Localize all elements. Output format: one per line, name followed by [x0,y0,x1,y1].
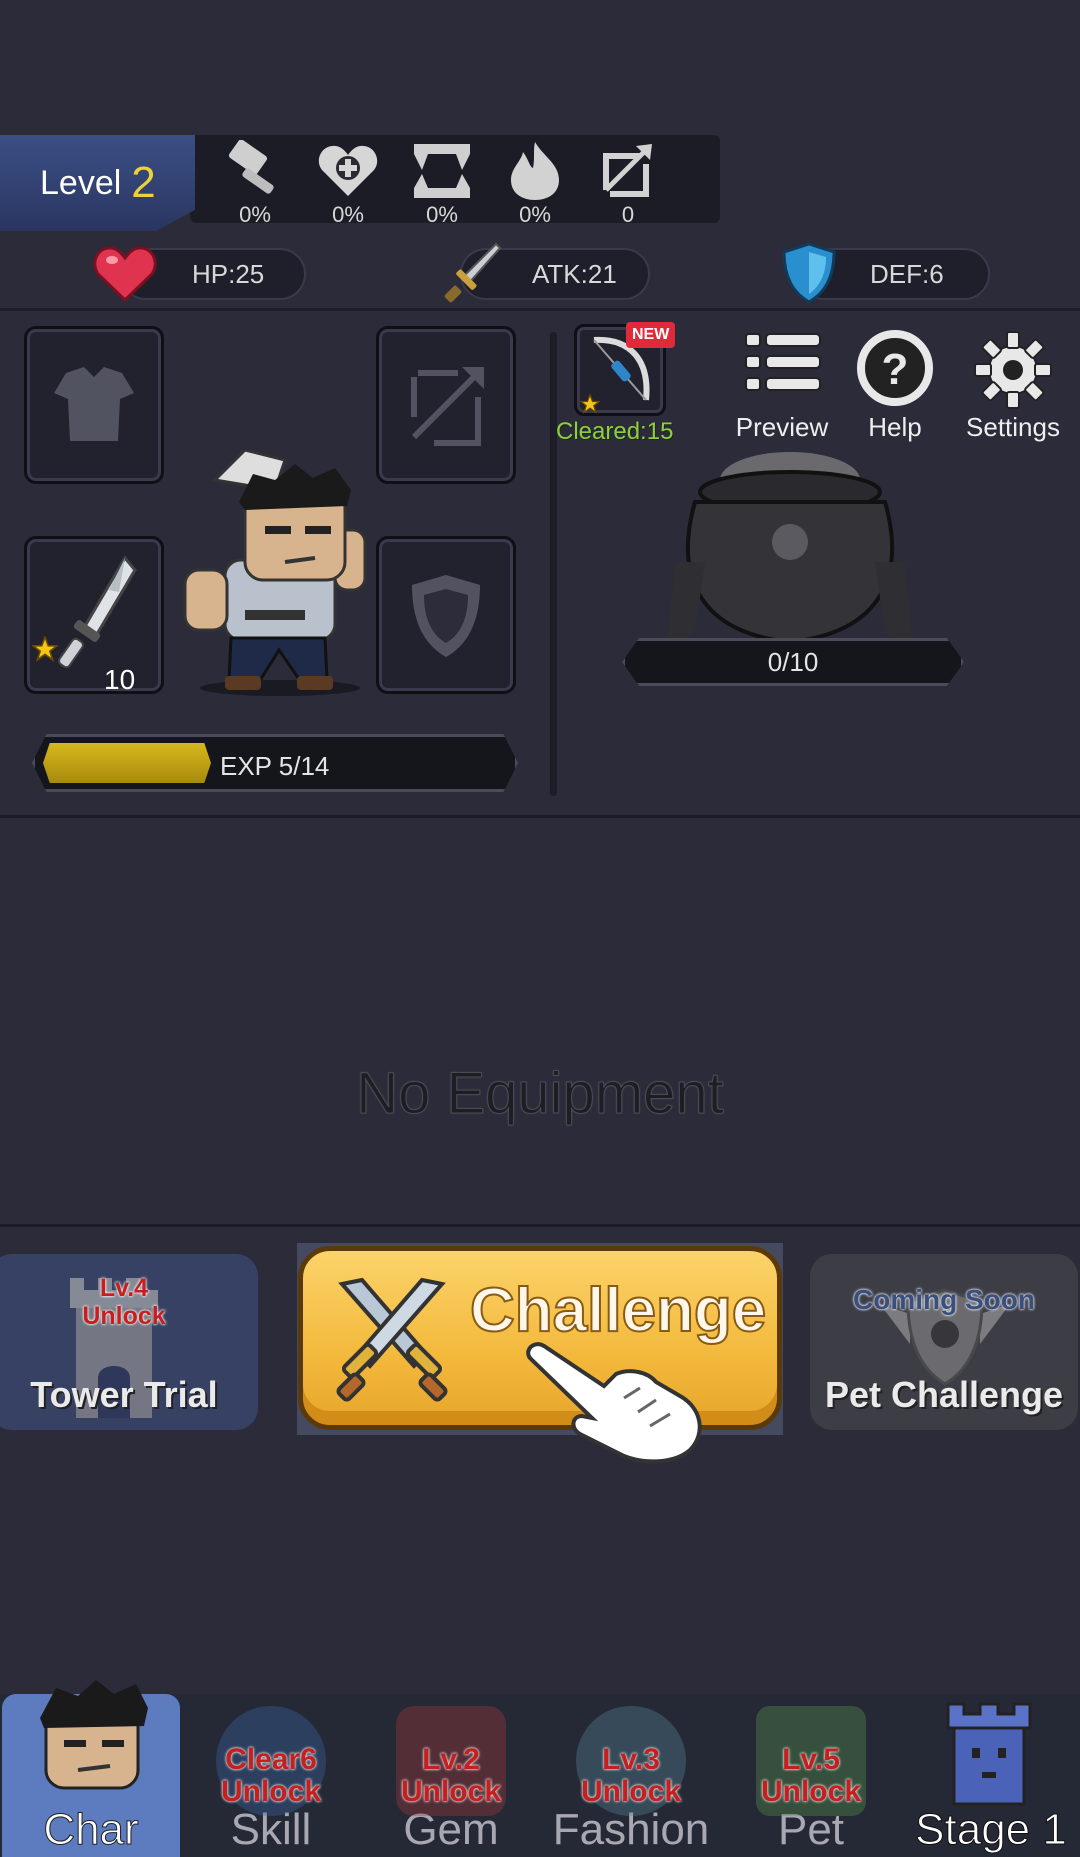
exp-bar: EXP 5/14 [32,734,518,792]
nav-tab-skill[interactable]: Clear6 Unlock Skill [182,1694,360,1857]
tower-lock-label: Lv.4 Unlock [0,1274,258,1330]
weapon-slot[interactable] [24,536,164,694]
heart-icon [93,246,157,303]
crossed-swords-icon [336,1277,448,1402]
pointing-hand-icon [526,1342,702,1464]
heart-plus-icon [318,145,378,196]
level-value: 2 [131,158,156,207]
weapon-level: 10 [104,664,136,695]
nav-lock-skill-line2: Unlock [220,1775,322,1808]
help-icon: ? [857,330,933,406]
nav-lock-gem: Lv.2 Unlock [362,1744,540,1808]
nav-lock-pet-line2: Unlock [760,1775,862,1808]
fangs-bonus-value: 0% [426,202,458,227]
nav-lock-skill-line1: Clear6 [225,1743,317,1776]
flame-bonus-value: 0% [519,202,551,227]
nav-label-stage: Stage 1 [915,1805,1068,1855]
char-face-icon [40,1680,148,1790]
bow-bonus[interactable]: 0 [588,140,668,228]
tower-lock-level: Lv.4 [99,1274,149,1302]
help-button[interactable]: ? Help [845,328,945,443]
fangs-bonus[interactable]: 0% [402,140,482,228]
cauldron-progress: 0/10 [767,646,819,677]
hammer-bonus[interactable]: 0% [215,140,295,228]
nav-lock-gem-line1: Lv.2 [422,1743,480,1776]
level-label: Level [40,163,122,202]
divider [0,308,1080,311]
hammer-bonus-value: 0% [239,202,271,227]
heart-plus-bonus[interactable]: 0% [308,140,388,228]
armor-slot[interactable] [24,326,164,484]
level-badge: Level 2 [0,135,195,231]
challenge-label: Challenge [469,1275,767,1346]
exp-label: EXP 5/14 [220,751,330,781]
hammer-icon [228,140,274,194]
broken-bow-icon [603,144,652,197]
nav-tab-stage[interactable]: Stage 1 [902,1694,1080,1857]
cauldron-progress-bar: 0/10 [622,638,964,686]
divider [0,815,1080,818]
pet-challenge-card[interactable]: Coming Soon Pet Challenge [810,1254,1078,1430]
def-value: DEF:6 [870,258,944,289]
armor-icon [54,367,134,441]
sword-icon [444,242,502,303]
preview-button[interactable]: Preview [732,328,832,443]
nav-tab-char[interactable]: Char [2,1680,180,1857]
nav-lock-pet: Lv.5 Unlock [722,1744,900,1808]
settings-button[interactable]: Settings [958,328,1068,443]
nav-tab-pet[interactable]: Lv.5 Unlock Pet [722,1694,900,1857]
nav-lock-fashion-line1: Lv.3 [602,1743,660,1776]
fangs-icon [414,144,470,198]
shield-slot[interactable] [376,536,516,694]
nav-lock-fashion-line2: Unlock [580,1775,682,1808]
svg-text:?: ? [882,345,909,394]
tower-trial-title: Tower Trial [30,1374,218,1415]
shield-icon [782,242,836,304]
settings-label: Settings [966,412,1060,442]
stage-tower-icon [946,1702,1032,1806]
star-icon [32,636,58,662]
nav-tab-gem[interactable]: Lv.2 Unlock Gem [362,1694,540,1857]
new-badge: NEW [626,322,676,348]
panel-divider [550,332,557,796]
flame-icon [511,142,559,200]
list-icon [745,333,821,391]
nav-tab-fashion[interactable]: Lv.3 Unlock Fashion [542,1694,720,1857]
tower-trial-card[interactable]: Lv.4 Unlock Tower Trial [0,1254,258,1430]
bow-bonus-value: 0 [621,202,635,227]
pet-coming-soon: Coming Soon [853,1284,1035,1315]
shield-slot-icon [412,575,480,657]
tower-lock-unlock: Unlock [82,1302,166,1330]
hp-value: HP:25 [192,258,265,289]
empty-inventory-message: No Equipment [356,1061,725,1127]
nav-lock-pet-line1: Lv.5 [782,1743,840,1776]
bow-slot[interactable] [376,326,516,484]
nav-lock-gem-line2: Unlock [400,1775,502,1808]
bow-icon [411,367,484,446]
pet-challenge-title: Pet Challenge [824,1374,1064,1415]
atk-value: ATK:21 [532,258,617,289]
exp-fill [43,743,211,783]
heart-plus-bonus-value: 0% [332,202,364,227]
divider [0,1224,1080,1227]
nav-lock-fashion: Lv.3 Unlock [542,1744,720,1808]
gear-icon [974,331,1052,409]
nav-label-char: Char [43,1805,139,1855]
nav-lock-skill: Clear6 Unlock [182,1744,360,1808]
flame-bonus[interactable]: 0% [495,140,575,228]
character-avatar[interactable] [175,450,385,700]
star-icon [580,394,600,414]
